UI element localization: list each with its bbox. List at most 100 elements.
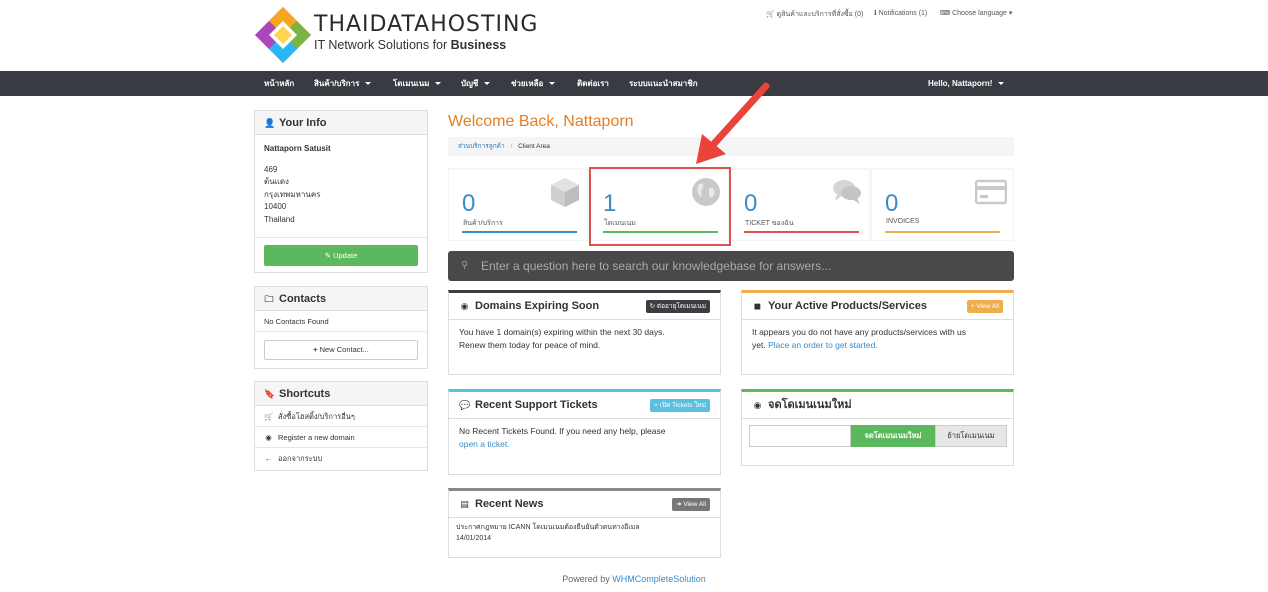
address-line: 10400 [264,202,287,211]
card-text: Renew them today for peace of mind. [459,340,601,350]
cube-icon [551,178,579,207]
register-domain-card: ◉ จดโดเมนเนมใหม่ จดโดเมนเนมใหม่ ย้ายโดเมน… [741,389,1014,466]
refresh-icon: ↻ [649,303,656,310]
knowledgebase-search-input[interactable]: ⚲ Enter a question here to search our kn… [448,251,1014,281]
new-contact-button[interactable]: + New Contact... [264,340,418,360]
cart-icon: 🛒 [766,11,775,18]
nav-contact[interactable]: ติดต่อเรา [577,71,609,96]
annotation-arrow-icon [696,82,770,164]
pencil-icon: ✎ [324,251,331,260]
stat-label: TICKET ของฉัน [745,220,794,227]
plus-icon: + [970,303,975,310]
renew-domains-button[interactable]: ↻ ต่ออายุโดเมนเนม [645,300,710,313]
card-heading: ◉ จดโดเมนเนมใหม่ [742,392,1013,419]
footer: Powered by WHMCompleteSolution [562,574,706,584]
caret-down-icon [484,82,491,86]
breadcrumb-current: Client Area [518,143,550,150]
news-item-title[interactable]: ประกาศกฎหมาย ICANN โดเมนเนมต้องยืนยันตัว… [456,522,713,533]
panel-heading: 👤 Your Info [255,111,427,135]
card-heading: ◼ Your Active Products/Services + View Al… [742,293,1013,320]
panel-heading: 🗀 Contacts [255,287,427,311]
stat-label: สินค้า/บริการ [463,220,503,227]
update-button[interactable]: ✎ Update [264,245,418,266]
active-products-card: ◼ Your Active Products/Services + View Al… [741,290,1014,375]
stat-underline [885,231,1000,233]
register-domain-button[interactable]: จดโดเมนเนมใหม่ [851,425,935,447]
bookmark-icon: 🔖 [264,389,276,399]
nav-domains[interactable]: โดเมนเนม [393,71,442,96]
panel-heading: 🔖 Shortcuts [255,382,427,406]
stat-tickets[interactable]: 0 TICKET ของฉัน [731,170,869,240]
card-text: It appears you do not have any products/… [752,327,967,337]
logo-title[interactable]: THAIDATAHOSTING [314,12,538,37]
comments-icon [833,180,861,204]
user-menu[interactable]: Hello, Nattaporn! [928,71,1005,96]
breadcrumb-separator: / [510,143,513,150]
nav-account[interactable]: บัญชี [461,71,491,96]
card-heading: ▤ Recent News ➜ View All [449,491,720,518]
nav-home[interactable]: หน้าหลัก [264,71,294,96]
logo-icon[interactable] [254,6,312,64]
plus-icon: + [313,345,318,354]
language-icon: ⌨ [940,10,951,17]
footer-link[interactable]: WHMCompleteSolution [612,574,706,584]
card-text: You have 1 domain(s) expiring within the… [459,327,665,337]
caret-down-icon [998,82,1005,86]
breadcrumb-home-link[interactable]: ส่วนบริการลูกค้า [458,143,505,150]
highlight-box [589,167,731,246]
view-all-products-button[interactable]: + View All [966,300,1003,313]
logo-subtitle: IT Network Solutions for Business [314,38,507,52]
cart-icon: 🛒 [264,412,274,421]
stat-value: 0 [885,190,899,217]
stat-underline [462,231,577,233]
card-text: No Recent Tickets Found. If you need any… [459,426,666,436]
card-text: yet. Place an order to get started. [752,340,878,350]
recent-news-card: ▤ Recent News ➜ View All ประกาศกฎหมาย ICA… [448,488,721,558]
client-name: Nattaporn Satusit [264,144,331,153]
newspaper-icon: ▤ [460,499,469,509]
site-header: THAIDATAHOSTING IT Network Solutions for… [0,0,1268,71]
caret-down-icon [365,82,372,86]
card-heading: ◉ Domains Expiring Soon ↻ ต่ออายุโดเมนเนม [449,293,720,320]
plus-icon: + [654,402,658,409]
contacts-empty-text: No Contacts Found [255,311,427,332]
open-ticket-button[interactable]: + เปิด Tickets ใหม่ [650,399,710,412]
search-icon: ⚲ [461,260,469,271]
arrow-right-icon: ➜ [676,501,682,508]
shortcut-order-link[interactable]: 🛒 สั่งซื้อโฮสติ้ง/บริการอื่นๆ [255,406,427,427]
chevron-down-icon: ▾ [1008,10,1013,17]
shortcuts-panel: 🔖 Shortcuts 🛒 สั่งซื้อโฮสติ้ง/บริการอื่นๆ … [254,381,428,471]
nav-support[interactable]: ช่วยเหลือ [511,71,556,96]
place-order-link[interactable]: Place an order to get started. [768,340,878,350]
your-info-panel: 👤 Your Info Nattaporn Satusit 469 ต้นแดง … [254,110,428,273]
shortcut-register-domain-link[interactable]: ◉ Register a new domain [255,427,427,448]
page-title: Welcome Back, Nattaporn [448,113,634,130]
address-line: 469 [264,164,278,174]
stat-underline [744,231,859,233]
globe-icon: ◉ [753,400,762,410]
nav-affiliates[interactable]: ระบบแนะนำสมาชิก [629,71,698,96]
cube-icon: ◼ [753,301,762,311]
transfer-domain-button[interactable]: ย้ายโดเมนเนม [935,425,1007,447]
stat-products[interactable]: 0 สินค้า/บริการ [449,170,587,240]
stat-invoices[interactable]: 0 INVOICES [872,170,1013,240]
news-item-date: 14/01/2014 [456,535,492,542]
caret-down-icon [549,82,556,86]
language-selector[interactable]: ⌨ Choose language ▾ [940,9,1012,17]
arrow-left-icon: ← [264,454,273,463]
cart-link[interactable]: 🛒 ดูสินค้าและบริการที่สั่งซื้อ (0) [766,9,863,20]
open-ticket-link[interactable]: open a ticket. [459,439,510,449]
recent-tickets-card: 💬 Recent Support Tickets + เปิด Tickets ใ… [448,389,721,475]
notifications-link[interactable]: ℹ Notifications (1) [874,9,927,17]
stat-value: 0 [744,190,758,217]
main-navbar: หน้าหลัก สินค้า/บริการ โดเมนเนม บัญชี ช่… [0,71,1268,96]
view-all-news-button[interactable]: ➜ View All [672,498,710,511]
info-icon: ℹ [874,10,877,17]
contacts-panel: 🗀 Contacts No Contacts Found + New Contac… [254,286,428,369]
caret-down-icon [435,82,442,86]
user-icon: 👤 [264,118,276,128]
domain-search-input[interactable] [749,425,851,447]
nav-products[interactable]: สินค้า/บริการ [314,71,372,96]
card-heading: 💬 Recent Support Tickets + เปิด Tickets ใ… [449,392,720,419]
shortcut-logout-link[interactable]: ← ออกจากระบบ [255,448,427,469]
